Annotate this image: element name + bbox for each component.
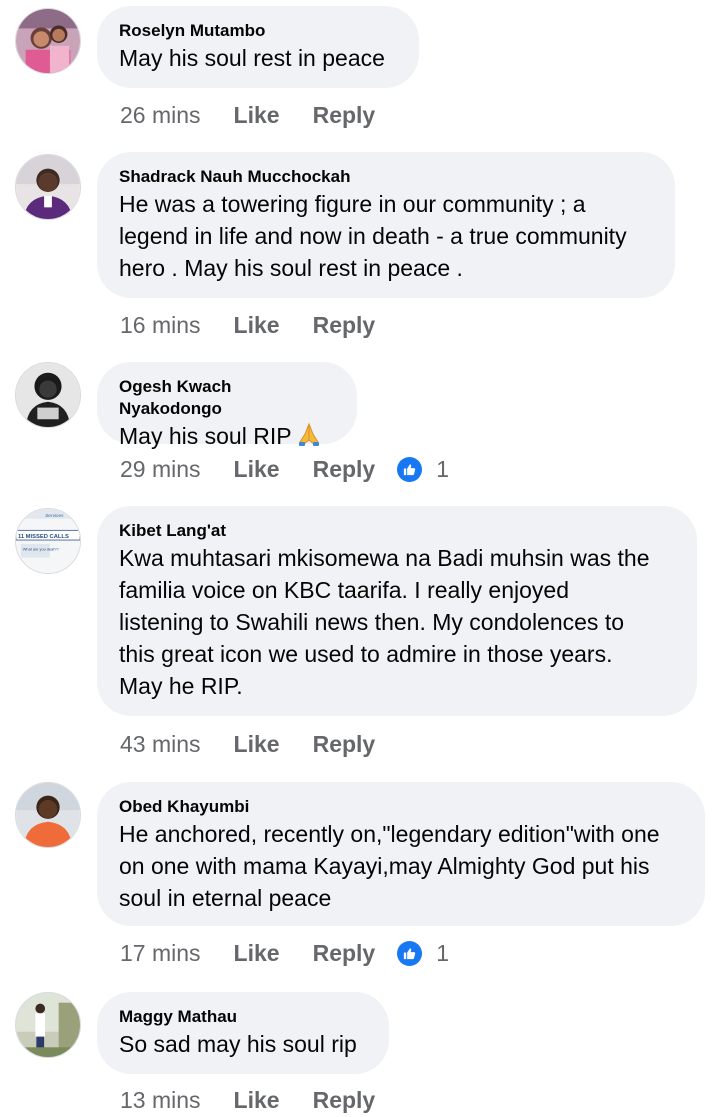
comment-meta: 13 mins Like Reply [120, 1085, 375, 1115]
like-button[interactable]: Like [234, 940, 280, 967]
comment-bubble: Ogesh Kwach Nyakodongo May his soul RIP [97, 362, 357, 449]
comment-text: May his soul RIP [119, 420, 335, 455]
reaction-count: 1 [436, 939, 450, 966]
comment-meta: 17 mins Like Reply 1 [120, 938, 449, 968]
avatar[interactable] [15, 992, 81, 1058]
comment-text-line: on one with mama Kayayi,may Almighty God… [119, 853, 650, 879]
comment-timestamp[interactable]: 13 mins [120, 1087, 201, 1114]
avatar[interactable]: Services 11 MISSED CALLS What are you de… [15, 508, 81, 574]
comment-text-line: familia voice on KBC taarifa. I really e… [119, 577, 569, 603]
comment-author[interactable]: Maggy Mathau [119, 1006, 367, 1028]
avatar[interactable] [15, 782, 81, 848]
comment-bubble: Kibet Lang'at Kwa muhtasari mkisomewa na… [97, 506, 697, 716]
comment-text-line: legend in life and now in death - a true… [119, 223, 627, 249]
folded-hands-icon [296, 421, 322, 455]
comment-author[interactable]: Ogesh Kwach Nyakodongo [119, 376, 335, 420]
reply-button[interactable]: Reply [313, 940, 376, 967]
comment-timestamp[interactable]: 26 mins [120, 102, 201, 129]
reply-button[interactable]: Reply [313, 312, 376, 339]
reply-button[interactable]: Reply [313, 1087, 376, 1114]
comment-timestamp[interactable]: 43 mins [120, 731, 201, 758]
comment-text: May his soul rest in peace [119, 45, 385, 71]
reply-button[interactable]: Reply [313, 456, 376, 483]
comment-timestamp[interactable]: 17 mins [120, 940, 201, 967]
comment-meta: 29 mins Like Reply 1 [120, 454, 449, 484]
comment-author[interactable]: Roselyn Mutambo [119, 20, 397, 42]
like-button[interactable]: Like [234, 312, 280, 339]
comment-text-line: soul in eternal peace [119, 885, 332, 911]
comment-text-line: listening to Swahili news then. My condo… [119, 609, 625, 635]
comment-bubble: Shadrack Nauh Mucchockah He was a toweri… [97, 152, 675, 298]
comment-text-line: He anchored, recently on,"legendary edit… [119, 821, 660, 847]
reaction-summary[interactable]: 1 [397, 456, 449, 483]
comment-bubble: Roselyn Mutambo May his soul rest in pea… [97, 6, 419, 88]
comment-author[interactable]: Shadrack Nauh Mucchockah [119, 166, 653, 188]
avatar[interactable] [15, 362, 81, 428]
reply-button[interactable]: Reply [313, 731, 376, 758]
reaction-count: 1 [436, 455, 450, 482]
avatar-text-top: Services [45, 513, 64, 519]
comment-author[interactable]: Kibet Lang'at [119, 520, 675, 542]
comment-meta: 43 mins Like Reply [120, 729, 375, 759]
avatar-text-middle: 11 MISSED CALLS [18, 534, 69, 540]
comment-meta: 16 mins Like Reply [120, 310, 375, 340]
comment-timestamp[interactable]: 29 mins [120, 456, 201, 483]
comment-text-line: hero . May his soul rest in peace . [119, 255, 463, 281]
thumbs-up-icon [397, 456, 423, 482]
reaction-summary[interactable]: 1 [397, 940, 449, 967]
comment-bubble: Maggy Mathau So sad may his soul rip [97, 992, 389, 1074]
reply-button[interactable]: Reply [313, 102, 376, 129]
comment-text-content: May his soul RIP [119, 423, 292, 449]
comment-text: So sad may his soul rip [119, 1031, 357, 1057]
comment-meta: 26 mins Like Reply [120, 100, 375, 130]
comment-text-line: this great icon we used to admire in tho… [119, 641, 613, 667]
avatar[interactable] [15, 8, 81, 74]
like-button[interactable]: Like [234, 102, 280, 129]
like-button[interactable]: Like [234, 731, 280, 758]
avatar-text-bottom: What are you deaf?? [23, 547, 59, 552]
like-button[interactable]: Like [234, 456, 280, 483]
thumbs-up-icon [397, 940, 423, 966]
like-button[interactable]: Like [234, 1087, 280, 1114]
comment-bubble: Obed Khayumbi He anchored, recently on,"… [97, 782, 705, 926]
comment-text-line: Kwa muhtasari mkisomewa na Badi muhsin w… [119, 545, 650, 571]
avatar[interactable] [15, 154, 81, 220]
comment-text-line: He was a towering figure in our communit… [119, 191, 586, 217]
comment-text-line: May he RIP. [119, 673, 243, 699]
comment-timestamp[interactable]: 16 mins [120, 312, 201, 339]
comment-author[interactable]: Obed Khayumbi [119, 796, 683, 818]
